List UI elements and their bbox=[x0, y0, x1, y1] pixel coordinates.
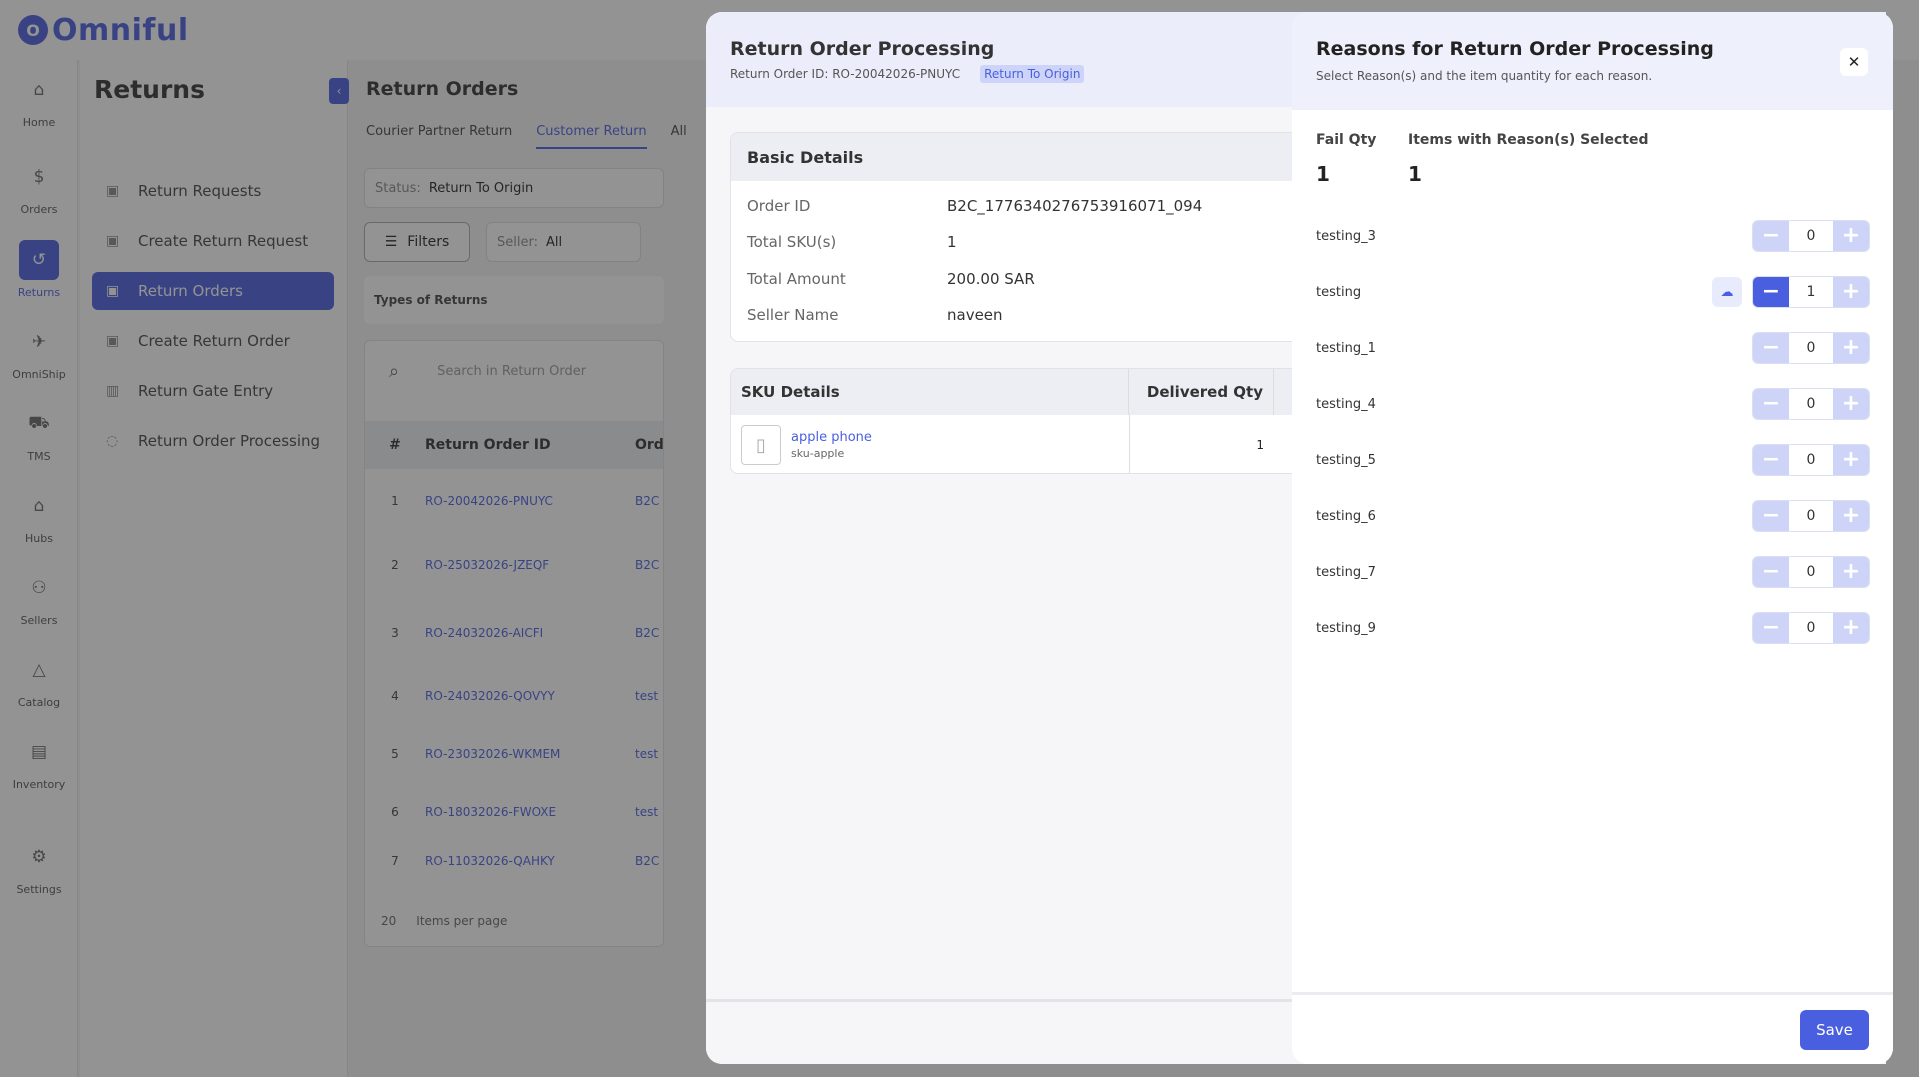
detail-value: naveen bbox=[947, 306, 1003, 324]
quantity-input[interactable]: 0 bbox=[1789, 508, 1833, 524]
decrement-button[interactable]: − bbox=[1753, 221, 1789, 251]
quantity-input[interactable]: 0 bbox=[1789, 452, 1833, 468]
reasons-subtitle: Select Reason(s) and the item quantity f… bbox=[1316, 69, 1653, 83]
quantity-input[interactable]: 0 bbox=[1789, 228, 1833, 244]
increment-button[interactable]: + bbox=[1833, 221, 1869, 251]
decrement-button[interactable]: − bbox=[1753, 389, 1789, 419]
increment-button[interactable]: + bbox=[1833, 501, 1869, 531]
increment-button[interactable]: + bbox=[1833, 613, 1869, 643]
close-icon[interactable]: ✕ bbox=[1840, 48, 1868, 76]
reason-row-testing-3: testing_3 − 0 + bbox=[1316, 218, 1870, 254]
reasons-footer: Save bbox=[1292, 992, 1893, 1064]
reasons-title: Reasons for Return Order Processing bbox=[1316, 38, 1714, 60]
decrement-button[interactable]: − bbox=[1753, 557, 1789, 587]
quantity-input[interactable]: 0 bbox=[1789, 564, 1833, 580]
decrement-button[interactable]: − bbox=[1753, 277, 1789, 307]
quantity-input[interactable]: 1 bbox=[1789, 284, 1833, 300]
save-button[interactable]: Save bbox=[1800, 1010, 1869, 1050]
drawer-title: Return Order Processing bbox=[730, 38, 995, 60]
reason-row-testing-4: testing_4 − 0 + bbox=[1316, 386, 1870, 422]
selected-items-label: Items with Reason(s) Selected bbox=[1408, 132, 1649, 148]
return-order-id: Return Order ID: RO-20042026-PNUYC bbox=[730, 67, 961, 81]
reason-name: testing_9 bbox=[1316, 620, 1376, 636]
reason-row-testing: testing ☁ − 1 + bbox=[1316, 274, 1870, 310]
delivered-qty: 1 bbox=[1129, 415, 1274, 473]
status-badge: Return To Origin bbox=[980, 65, 1085, 83]
sku-code: sku-apple bbox=[791, 447, 845, 460]
sku-table-header: SKU Details Delivered Qty bbox=[731, 369, 1349, 415]
basic-details-title: Basic Details bbox=[731, 133, 1349, 181]
reason-row-testing-7: testing_7 − 0 + bbox=[1316, 554, 1870, 590]
drawer-subtitle: Return Order ID: RO-20042026-PNUYC Retur… bbox=[730, 65, 1085, 83]
fail-qty-label: Fail Qty bbox=[1316, 132, 1377, 148]
reasons-header: Reasons for Return Order Processing Sele… bbox=[1292, 12, 1893, 110]
quantity-stepper: − 0 + bbox=[1752, 220, 1870, 252]
reason-name: testing_6 bbox=[1316, 508, 1376, 524]
fail-qty-value: 1 bbox=[1316, 162, 1330, 186]
detail-row-total-sku: Total SKU(s) 1 bbox=[747, 233, 957, 251]
quantity-stepper: − 0 + bbox=[1752, 500, 1870, 532]
detail-key: Total SKU(s) bbox=[747, 233, 837, 251]
product-image-icon: ▯ bbox=[741, 425, 781, 465]
increment-button[interactable]: + bbox=[1833, 557, 1869, 587]
reasons-panel: Reasons for Return Order Processing Sele… bbox=[1292, 12, 1893, 1064]
quantity-stepper: − 0 + bbox=[1752, 388, 1870, 420]
reason-name: testing_7 bbox=[1316, 564, 1376, 580]
quantity-stepper: − 1 + bbox=[1752, 276, 1870, 308]
decrement-button[interactable]: − bbox=[1753, 333, 1789, 363]
detail-key: Seller Name bbox=[747, 306, 839, 324]
detail-row-order-id: Order ID B2C_1776340276753916071_094 bbox=[747, 197, 1202, 215]
selected-items-value: 1 bbox=[1408, 162, 1422, 186]
detail-key: Order ID bbox=[747, 197, 811, 215]
increment-button[interactable]: + bbox=[1833, 389, 1869, 419]
column-header-delivered-qty: Delivered Qty bbox=[1129, 369, 1274, 415]
sku-info: apple phone sku-apple bbox=[791, 430, 1129, 460]
detail-value: 1 bbox=[947, 233, 957, 251]
detail-value: B2C_1776340276753916071_094 bbox=[947, 197, 1203, 215]
reason-name: testing_5 bbox=[1316, 452, 1376, 468]
basic-details-card: Basic Details Order ID B2C_1776340276753… bbox=[730, 132, 1350, 342]
reason-name: testing_3 bbox=[1316, 228, 1376, 244]
quantity-stepper: − 0 + bbox=[1752, 556, 1870, 588]
detail-value: 200.00 SAR bbox=[947, 270, 1035, 288]
detail-row-total-amount: Total Amount 200.00 SAR bbox=[747, 270, 1035, 288]
column-header-sku-details: SKU Details bbox=[731, 369, 1129, 415]
table-row: ▯ apple phone sku-apple 1 bbox=[731, 415, 1349, 473]
quantity-input[interactable]: 0 bbox=[1789, 340, 1833, 356]
reason-row-testing-9: testing_9 − 0 + bbox=[1316, 610, 1870, 646]
selected-items-stat: Items with Reason(s) Selected 1 bbox=[1408, 132, 1648, 186]
decrement-button[interactable]: − bbox=[1753, 501, 1789, 531]
quantity-stepper: − 0 + bbox=[1752, 444, 1870, 476]
reason-name: testing bbox=[1316, 284, 1362, 300]
detail-key: Total Amount bbox=[747, 270, 846, 288]
reason-row-testing-5: testing_5 − 0 + bbox=[1316, 442, 1870, 478]
reason-row-testing-1: testing_1 − 0 + bbox=[1316, 330, 1870, 366]
quantity-stepper: − 0 + bbox=[1752, 332, 1870, 364]
reason-name: testing_4 bbox=[1316, 396, 1376, 412]
sku-details-card: SKU Details Delivered Qty ▯ apple phone … bbox=[730, 368, 1350, 474]
fail-qty-stat: Fail Qty 1 bbox=[1316, 132, 1376, 186]
reason-row-testing-6: testing_6 − 0 + bbox=[1316, 498, 1870, 534]
quantity-input[interactable]: 0 bbox=[1789, 396, 1833, 412]
increment-button[interactable]: + bbox=[1833, 277, 1869, 307]
reason-name: testing_1 bbox=[1316, 340, 1376, 356]
quantity-stepper: − 0 + bbox=[1752, 612, 1870, 644]
sku-name-link[interactable]: apple phone bbox=[791, 430, 1129, 445]
decrement-button[interactable]: − bbox=[1753, 613, 1789, 643]
decrement-button[interactable]: − bbox=[1753, 445, 1789, 475]
cloud-upload-icon[interactable]: ☁ bbox=[1712, 277, 1742, 307]
increment-button[interactable]: + bbox=[1833, 333, 1869, 363]
detail-row-seller-name: Seller Name naveen bbox=[747, 306, 1003, 324]
increment-button[interactable]: + bbox=[1833, 445, 1869, 475]
quantity-input[interactable]: 0 bbox=[1789, 620, 1833, 636]
